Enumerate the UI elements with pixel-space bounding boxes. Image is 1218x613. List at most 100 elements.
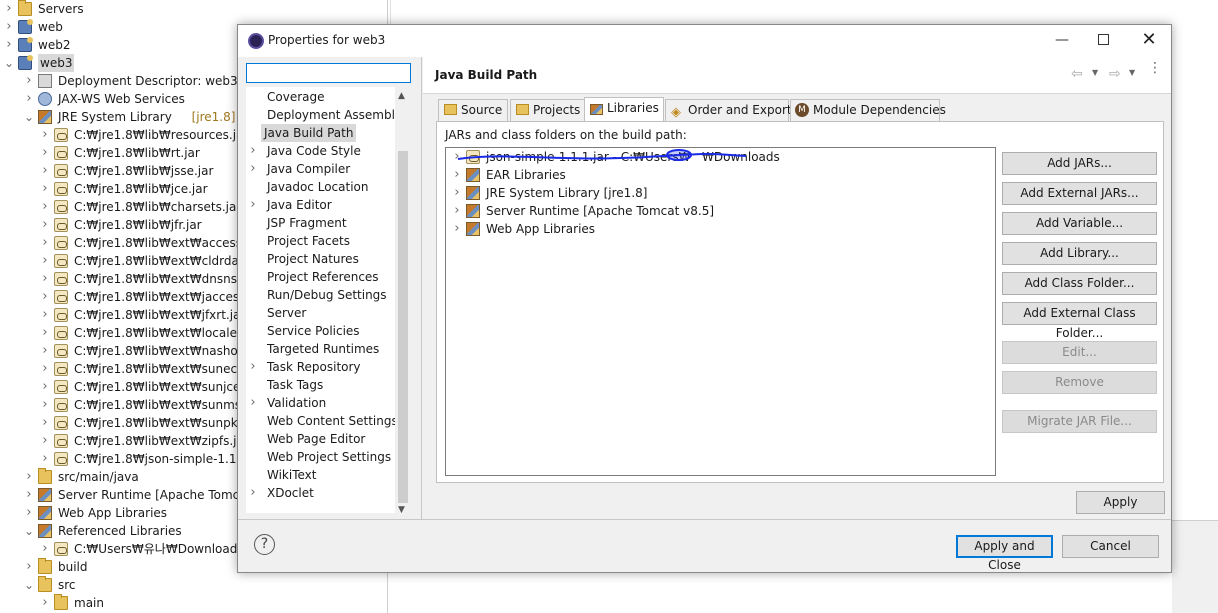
add-external-jars-button[interactable]: Add External JARs...: [1002, 182, 1157, 205]
add-library-button[interactable]: Add Library...: [1002, 242, 1157, 265]
expand-arrow-icon[interactable]: ›: [24, 486, 34, 504]
cancel-button[interactable]: Cancel: [1062, 535, 1159, 558]
filter-input[interactable]: [246, 63, 411, 83]
build-path-entry[interactable]: › Web App Libraries: [452, 220, 992, 238]
nav-item[interactable]: Web Content Settings: [246, 412, 398, 430]
expand-arrow-icon[interactable]: ›: [452, 220, 462, 238]
expand-arrow-icon[interactable]: ›: [40, 306, 50, 324]
apply-and-close-button[interactable]: Apply and Close: [956, 535, 1053, 572]
nav-item[interactable]: Project Facets: [246, 232, 394, 250]
scroll-up-icon[interactable]: ▲: [398, 91, 405, 101]
forward-icon[interactable]: ⇨: [1109, 66, 1121, 82]
expand-arrow-icon[interactable]: ›: [24, 504, 34, 522]
explorer-item[interactable]: › main: [40, 594, 387, 612]
expand-arrow-icon[interactable]: ›: [24, 468, 34, 486]
expand-arrow-icon[interactable]: ›: [40, 288, 50, 306]
tab-libraries[interactable]: Libraries: [584, 97, 664, 122]
add-external-class-folder-button[interactable]: Add External Class Folder...: [1002, 302, 1157, 340]
add-variable-button[interactable]: Add Variable...: [1002, 212, 1157, 235]
maximize-icon[interactable]: [1098, 34, 1109, 45]
expand-arrow-icon[interactable]: ›: [40, 396, 50, 414]
expand-arrow-icon[interactable]: ›: [40, 594, 50, 612]
nav-item[interactable]: Deployment Assembly: [246, 106, 402, 124]
build-path-entry[interactable]: › Server Runtime [Apache Tomcat v8.5]: [452, 202, 992, 220]
nav-item[interactable]: WikiText: [246, 466, 394, 484]
scroll-thumb[interactable]: [398, 151, 408, 503]
remove-button[interactable]: Remove: [1002, 371, 1157, 394]
expand-arrow-icon[interactable]: ›: [40, 144, 50, 162]
close-icon[interactable]: ✕: [1140, 29, 1158, 51]
forward-menu-icon[interactable]: ▼: [1129, 68, 1135, 77]
nav-item[interactable]: › XDoclet: [246, 484, 394, 502]
back-menu-icon[interactable]: ▼: [1092, 68, 1098, 77]
expand-arrow-icon[interactable]: ›: [40, 540, 50, 558]
expand-arrow-icon[interactable]: ›: [40, 198, 50, 216]
expand-arrow-icon[interactable]: ›: [40, 432, 50, 450]
expand-arrow-icon[interactable]: ›: [40, 270, 50, 288]
tab-source[interactable]: Source: [438, 99, 508, 121]
expand-arrow-icon[interactable]: ›: [40, 180, 50, 198]
nav-item[interactable]: › Java Code Style: [246, 142, 394, 160]
expand-arrow-icon[interactable]: ›: [40, 324, 50, 342]
nav-item[interactable]: › Java Compiler: [246, 160, 394, 178]
explorer-item[interactable]: › Servers: [4, 0, 384, 18]
collapse-arrow-icon[interactable]: ⌄: [4, 54, 14, 72]
expand-arrow-icon[interactable]: ›: [40, 342, 50, 360]
expand-arrow-icon[interactable]: ›: [40, 162, 50, 180]
nav-item[interactable]: › Validation: [246, 394, 394, 412]
migrate-jar-button[interactable]: Migrate JAR File...: [1002, 410, 1157, 433]
nav-item[interactable]: › Java Editor: [246, 196, 394, 214]
explorer-item[interactable]: ⌄ src: [24, 576, 387, 594]
collapse-arrow-icon[interactable]: ⌄: [24, 108, 34, 126]
expand-arrow-icon[interactable]: ›: [248, 196, 258, 214]
nav-item[interactable]: Project Natures: [246, 250, 394, 268]
nav-item[interactable]: Javadoc Location: [246, 178, 394, 196]
expand-arrow-icon[interactable]: ›: [248, 358, 258, 376]
expand-arrow-icon[interactable]: ›: [40, 360, 50, 378]
expand-arrow-icon[interactable]: ›: [40, 252, 50, 270]
tab-projects[interactable]: Projects: [510, 99, 585, 121]
expand-arrow-icon[interactable]: ›: [40, 414, 50, 432]
view-menu-icon[interactable]: ⋮: [1148, 61, 1162, 75]
scroll-down-icon[interactable]: ▼: [398, 505, 405, 515]
expand-arrow-icon[interactable]: ›: [4, 0, 14, 18]
expand-arrow-icon[interactable]: ›: [40, 216, 50, 234]
expand-arrow-icon[interactable]: ›: [40, 126, 50, 144]
help-icon[interactable]: ?: [254, 534, 275, 555]
expand-arrow-icon[interactable]: ›: [40, 378, 50, 396]
build-path-list[interactable]: › json-simple-1.1.1.jar - C:₩Users₩ ₩Downl…: [445, 147, 996, 476]
nav-item[interactable]: Coverage: [246, 88, 394, 106]
nav-item[interactable]: JSP Fragment: [246, 214, 394, 232]
apply-button[interactable]: Apply: [1076, 491, 1165, 514]
expand-arrow-icon[interactable]: ›: [24, 72, 34, 90]
nav-item[interactable]: Java Build Path: [246, 124, 394, 142]
expand-arrow-icon[interactable]: ›: [452, 202, 462, 220]
nav-item[interactable]: Run/Debug Settings: [246, 286, 394, 304]
nav-item[interactable]: Web Project Settings: [246, 448, 394, 466]
expand-arrow-icon[interactable]: ›: [24, 558, 34, 576]
expand-arrow-icon[interactable]: ›: [248, 394, 258, 412]
add-jars-button[interactable]: Add JARs...: [1002, 152, 1157, 175]
tab-module-dependencies[interactable]: M Module Dependencies: [790, 99, 946, 121]
expand-arrow-icon[interactable]: ›: [4, 18, 14, 36]
collapse-arrow-icon[interactable]: ⌄: [24, 576, 34, 594]
expand-arrow-icon[interactable]: ›: [248, 160, 258, 178]
collapse-arrow-icon[interactable]: ⌄: [24, 522, 34, 540]
back-icon[interactable]: ⇦: [1071, 66, 1083, 82]
expand-arrow-icon[interactable]: ›: [40, 450, 50, 468]
edit-button[interactable]: Edit...: [1002, 341, 1157, 364]
add-class-folder-button[interactable]: Add Class Folder...: [1002, 272, 1157, 295]
minimize-icon[interactable]: —: [1053, 31, 1071, 49]
nav-item[interactable]: Server: [246, 304, 394, 322]
expand-arrow-icon[interactable]: ›: [248, 484, 258, 502]
nav-item[interactable]: Service Policies: [246, 322, 394, 340]
nav-item[interactable]: › Task Repository: [246, 358, 394, 376]
nav-item[interactable]: Project References: [246, 268, 394, 286]
nav-item[interactable]: Targeted Runtimes: [246, 340, 394, 358]
expand-arrow-icon[interactable]: ›: [40, 234, 50, 252]
nav-item[interactable]: Task Tags: [246, 376, 394, 394]
expand-arrow-icon[interactable]: ›: [24, 90, 34, 108]
expand-arrow-icon[interactable]: ›: [4, 36, 14, 54]
nav-item[interactable]: Web Page Editor: [246, 430, 394, 448]
expand-arrow-icon[interactable]: ›: [248, 142, 258, 160]
